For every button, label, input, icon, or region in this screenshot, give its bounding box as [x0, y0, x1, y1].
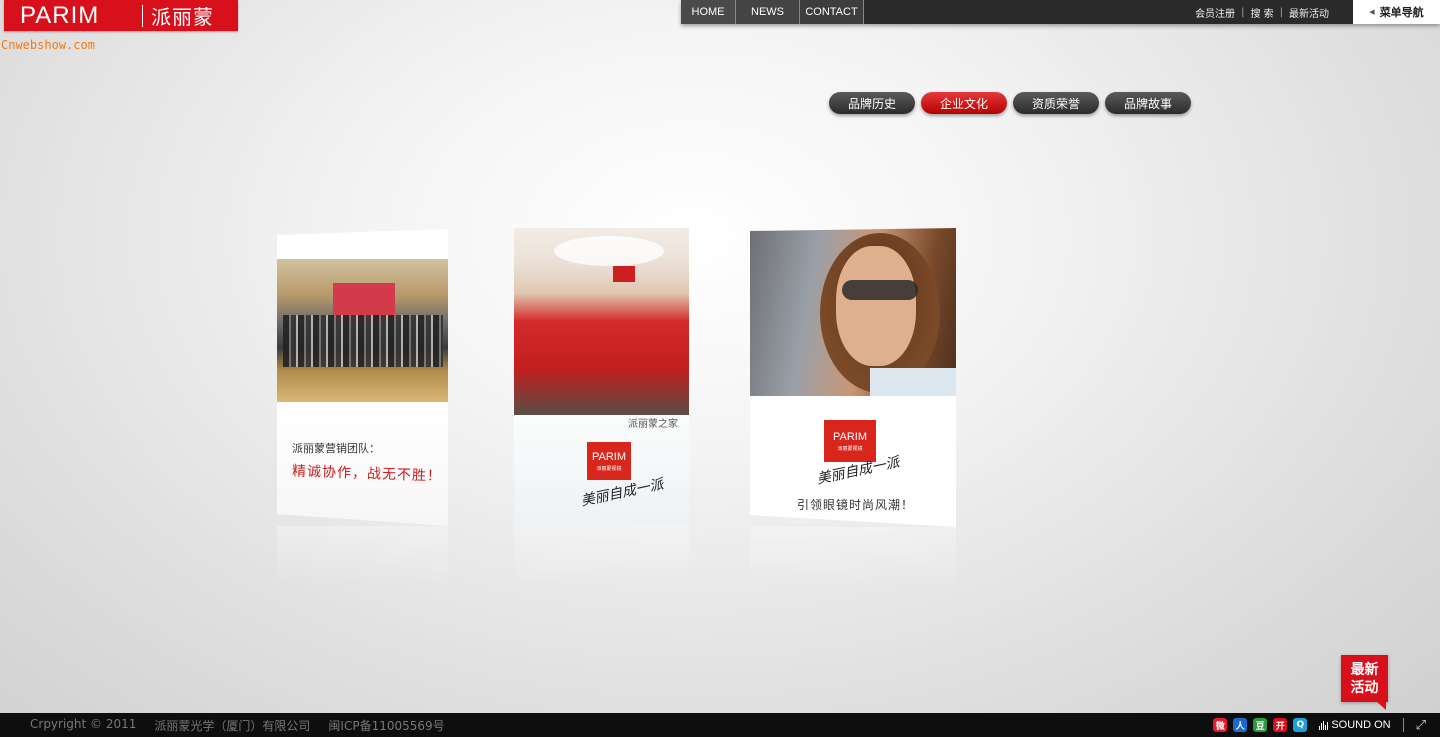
wall-sign — [613, 266, 635, 282]
logo-text-cn: 派丽蒙 — [151, 5, 214, 29]
team-photo — [277, 259, 448, 402]
tab-corporate-culture[interactable]: 企业文化 — [921, 92, 1007, 114]
model-face — [836, 246, 916, 366]
nav-news-link[interactable]: NEWS — [736, 0, 800, 24]
section-tabs: 品牌历史 企业文化 资质荣誉 品牌故事 — [829, 92, 1191, 114]
weibo-icon[interactable]: 微 — [1213, 718, 1228, 732]
fashion-slogan: 引领眼镜时尚风潮！ — [797, 498, 915, 512]
kaixin-icon[interactable]: 开 — [1273, 718, 1288, 732]
team-heading: 派丽蒙营销团队： — [292, 442, 380, 455]
nav-contact-link[interactable]: CONTACT — [800, 0, 864, 24]
model-photo — [750, 228, 956, 396]
fashion-card-reflection — [750, 527, 956, 587]
brand-box-subtext: 派丽蒙视镜 — [837, 445, 863, 452]
equalizer-icon — [1319, 720, 1329, 730]
parim-logo[interactable]: PARIM 派丽蒙 — [4, 0, 238, 31]
footer-controls: 微 人 豆 开 Q SOUND ON ⤢ — [1213, 718, 1440, 733]
brand-box-text: PARIM — [832, 430, 868, 443]
company-name: 派丽蒙光学（厦门）有限公司 — [154, 718, 311, 733]
brand-box-subtext: 派丽蒙视镜 — [596, 465, 622, 472]
team-group — [283, 315, 443, 367]
footer: Crpyright © 2011 派丽蒙光学（厦门）有限公司 闽ICP备1100… — [0, 713, 1440, 737]
logo-text-en: PARIM — [20, 1, 100, 29]
tab-brand-story[interactable]: 品牌故事 — [1105, 92, 1191, 114]
douban-icon[interactable]: 豆 — [1253, 718, 1268, 732]
fullscreen-icon[interactable]: ⤢ — [1416, 718, 1426, 733]
parim-brand-box: PARIM 派丽蒙视镜 — [824, 420, 876, 462]
fashion-card[interactable]: PARIM 派丽蒙视镜 美丽自成一派 引领眼镜时尚风潮！ — [750, 228, 956, 527]
chevron-left-icon: ◀ — [1369, 8, 1375, 16]
search-link[interactable]: 搜 索 — [1244, 5, 1279, 20]
latest-activity-label: 最新活动 — [1350, 661, 1379, 696]
icp-number[interactable]: 闽ICP备11005569号 — [328, 717, 444, 734]
sunglasses — [842, 280, 918, 300]
team-slogan: 精诚协作，战无不胜！ — [291, 463, 443, 485]
nav-home-link[interactable]: HOME — [681, 0, 736, 24]
brand-box-text: PARIM — [591, 450, 627, 463]
member-register-link[interactable]: 会员注册 — [1189, 5, 1241, 20]
menu-navigation-button[interactable]: ◀ 菜单导航 — [1353, 0, 1440, 24]
home-caption: 派丽蒙之家 — [628, 419, 678, 430]
team-card-reflection — [277, 526, 448, 586]
model-shirt — [870, 368, 956, 396]
watermark-text: Cnwebshow.com — [1, 38, 95, 52]
top-navigation-bar: HOME NEWS CONTACT 会员注册 | 搜 索 | 最新活动 ◀ 菜单… — [681, 0, 1440, 24]
copyright-text: Crpyright © 2011 — [30, 716, 137, 731]
tab-brand-history[interactable]: 品牌历史 — [829, 92, 915, 114]
home-card[interactable]: 派丽蒙之家 PARIM 派丽蒙视镜 美丽自成一派 — [514, 228, 689, 526]
menu-navigation-label: 菜单导航 — [1379, 6, 1424, 19]
staff-photo — [514, 228, 689, 415]
utility-links: 会员注册 | 搜 索 | 最新活动 — [1189, 0, 1353, 24]
sound-toggle[interactable]: SOUND ON — [1319, 719, 1391, 731]
home-card-reflection — [514, 526, 689, 586]
footer-divider — [1402, 718, 1404, 732]
renren-icon[interactable]: 人 — [1233, 718, 1248, 732]
latest-activity-link[interactable]: 最新活动 — [1283, 5, 1335, 20]
tab-honors[interactable]: 资质荣誉 — [1013, 92, 1099, 114]
parim-brand-box: PARIM 派丽蒙视镜 — [587, 442, 631, 480]
sound-label: SOUND ON — [1331, 719, 1391, 731]
footer-copyright: Crpyright © 2011 派丽蒙光学（厦门）有限公司 闽ICP备1100… — [0, 717, 445, 734]
team-card[interactable]: 派丽蒙营销团队： 精诚协作，战无不胜！ — [277, 229, 448, 526]
qzone-icon[interactable]: Q — [1293, 718, 1308, 732]
latest-activity-badge[interactable]: 最新活动 — [1341, 655, 1388, 710]
ceiling-light — [554, 236, 664, 266]
